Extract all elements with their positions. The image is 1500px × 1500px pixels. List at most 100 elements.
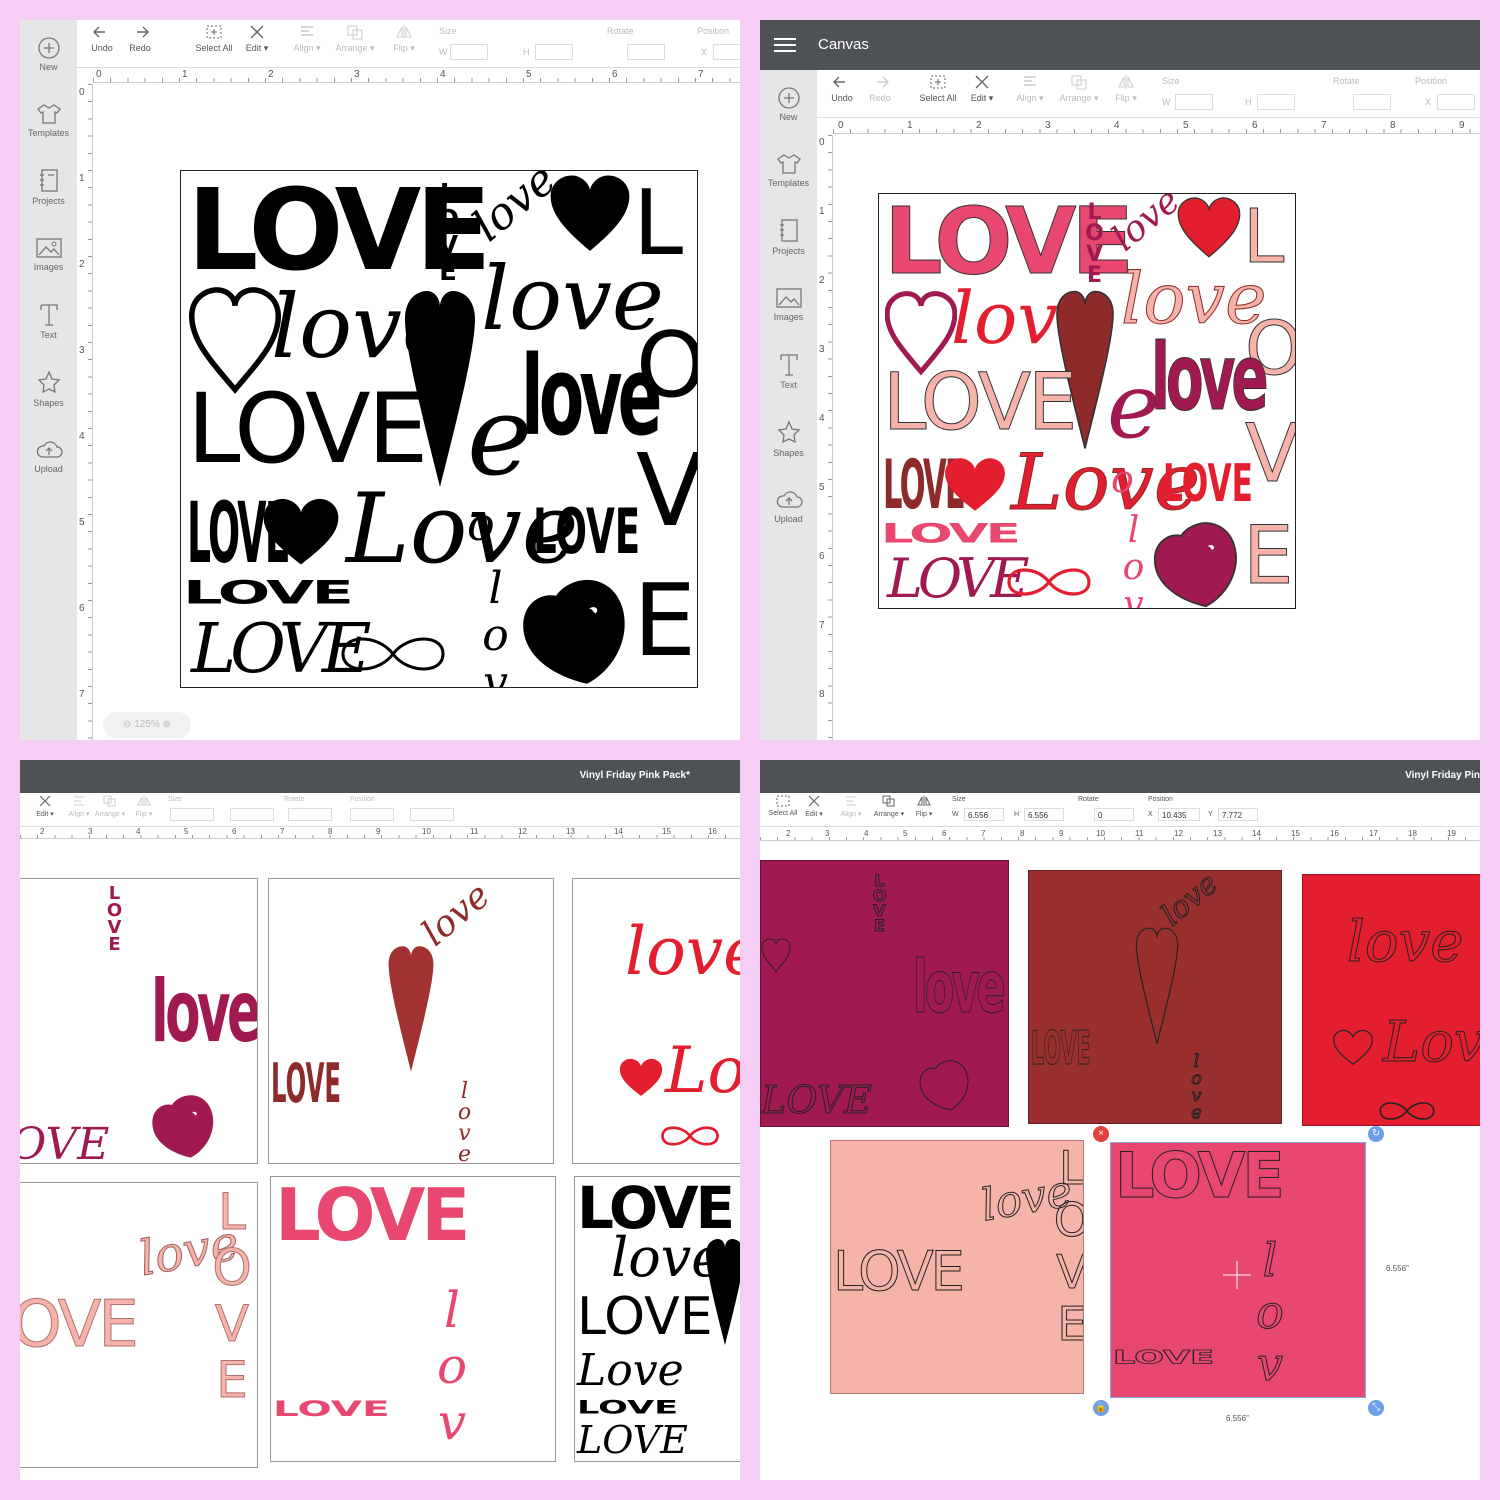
layer-peach[interactable]: love LOVE LOVE — [830, 1140, 1084, 1394]
word-love-thin: LOVE — [833, 1240, 966, 1303]
width-field[interactable]: 6.556 — [964, 808, 1004, 821]
sidebar-shapes[interactable]: Shapes — [760, 420, 817, 458]
arrange-button[interactable]: Arrange ▾ — [1057, 74, 1101, 104]
layer-wine[interactable]: LOVE love LOVE — [760, 860, 1009, 1127]
flip-icon — [1118, 75, 1134, 89]
word-love-compact: LOVE — [1163, 454, 1253, 514]
flip-button[interactable]: Flip ▾ — [912, 795, 936, 818]
ruler-h-18: 18 — [1408, 829, 1417, 838]
x-field[interactable] — [713, 44, 740, 60]
sidebar-shapes[interactable]: Shapes — [20, 370, 77, 408]
width-field[interactable] — [1175, 94, 1213, 110]
edit-button[interactable]: Edit ▾ — [240, 24, 274, 54]
rotate-field[interactable] — [1353, 94, 1391, 110]
undo-button[interactable]: Undo — [87, 24, 117, 53]
undo-button[interactable]: Undo — [827, 74, 857, 103]
edit-button[interactable]: Edit ▾ — [30, 795, 60, 818]
rotate-field[interactable]: 0 — [1094, 808, 1134, 821]
heart-medium-icon — [945, 458, 1005, 511]
redo-button[interactable]: Redo — [125, 24, 155, 53]
word-love-wide: LOVE — [577, 1397, 679, 1419]
edit-button[interactable]: Edit ▾ — [965, 74, 999, 104]
ruler-h-4: 4 — [136, 827, 141, 836]
width-field[interactable] — [170, 808, 214, 821]
word-love-thin: LOVE — [20, 1288, 139, 1362]
height-field[interactable] — [1257, 94, 1295, 110]
ruler-v-5: 5 — [79, 517, 85, 528]
align-button[interactable]: Align ▾ — [838, 795, 864, 818]
layer-mat-wine[interactable]: LOVE love LOVE — [20, 878, 258, 1164]
x-field[interactable]: 10.435 — [1158, 808, 1200, 821]
x-field[interactable] — [1437, 94, 1475, 110]
rotate-handle[interactable]: ↻ — [1368, 1126, 1384, 1142]
arrange-button[interactable]: Arrange ▾ — [333, 24, 377, 54]
select-all-button[interactable]: Select All — [766, 795, 800, 817]
flip-button[interactable]: Flip ▾ — [1109, 74, 1143, 104]
resize-handle[interactable]: ⤡ — [1368, 1400, 1384, 1416]
layer-mat-peach[interactable]: love LOVE LOVE — [20, 1182, 258, 1468]
ruler-h-2: 2 — [976, 120, 982, 131]
sidebar-upload[interactable]: Upload — [760, 488, 817, 524]
y-field[interactable]: 7.772 — [1218, 808, 1258, 821]
ruler-h-5: 5 — [1183, 120, 1189, 131]
undo-icon — [93, 26, 105, 38]
size-label: Size — [168, 796, 182, 803]
select-all-button[interactable]: Select All — [189, 24, 239, 53]
sidebar-text-label: Text — [40, 330, 57, 340]
align-button[interactable]: Align ▾ — [1012, 74, 1048, 104]
sidebar-images[interactable]: Images — [760, 286, 817, 322]
rotate-icon: ↻ — [1371, 1128, 1381, 1139]
love-design-black[interactable]: LOVE LOVE love L love love O LOVE e love… — [180, 170, 698, 688]
layer-mat-red[interactable]: love Love — [572, 878, 740, 1164]
edit-button[interactable]: Edit ▾ — [802, 795, 826, 818]
vertical-ruler: 0 1 2 3 4 5 6 7 — [77, 84, 93, 740]
ruler-h-8: 8 — [1020, 829, 1025, 838]
ruler-v-3: 3 — [79, 345, 85, 356]
sidebar-images[interactable]: Images — [20, 236, 77, 272]
sidebar-upload[interactable]: Upload — [20, 438, 77, 474]
sidebar-new[interactable]: New — [760, 86, 817, 122]
sidebar-projects[interactable]: Projects — [760, 218, 817, 256]
infinity-icon — [1379, 1102, 1435, 1120]
layer-red[interactable]: love Love — [1302, 874, 1480, 1126]
sidebar-templates[interactable]: Templates — [20, 102, 77, 138]
hamburger-menu-icon[interactable] — [774, 37, 796, 53]
layer-maroon[interactable]: love LOVE love — [1028, 870, 1282, 1124]
layer-mat-black[interactable]: LOVE love LOVE Love LOVE LOVE — [574, 1176, 740, 1462]
height-field[interactable] — [230, 808, 274, 821]
flip-button[interactable]: Flip ▾ — [132, 795, 156, 818]
sidebar-text[interactable]: Text — [20, 302, 77, 340]
height-field[interactable] — [535, 44, 573, 60]
layer-pink-selected[interactable]: LOVE love LOVE — [1110, 1142, 1366, 1398]
arrange-icon — [103, 795, 116, 807]
ruler-h-3: 3 — [354, 69, 360, 80]
love-design-color[interactable]: LOVE LOVE love L love love O LOVE e love… — [878, 193, 1296, 609]
width-field[interactable] — [450, 44, 488, 60]
arrange-button[interactable]: Arrange ▾ — [870, 795, 908, 818]
flip-button[interactable]: Flip ▾ — [387, 24, 421, 54]
x-label: X — [1148, 811, 1153, 818]
sidebar-text[interactable]: Text — [760, 352, 817, 390]
delete-handle[interactable]: × — [1093, 1126, 1109, 1142]
layer-mat-maroon[interactable]: love LOVE love — [268, 878, 554, 1164]
align-button[interactable]: Align ▾ — [289, 24, 325, 54]
sidebar-projects[interactable]: Projects — [20, 168, 77, 206]
height-field[interactable]: 6.556 — [1024, 808, 1064, 821]
flip-icon — [917, 796, 931, 806]
rotate-field[interactable] — [627, 44, 665, 60]
lock-handle[interactable]: 🔒 — [1093, 1400, 1109, 1416]
redo-button[interactable]: Redo — [865, 74, 895, 103]
word-love-vertical: LOVE — [104, 883, 125, 951]
layer-mat-pink[interactable]: LOVE love LOVE — [270, 1176, 556, 1462]
y-field[interactable] — [410, 808, 454, 821]
rotate-field[interactable] — [288, 808, 332, 821]
select-all-button[interactable]: Select All — [913, 74, 963, 103]
heart-tall-icon — [388, 946, 434, 1072]
x-field[interactable] — [350, 808, 394, 821]
zoom-control[interactable]: ⊖ 125% ⊕ — [103, 712, 191, 738]
sidebar-new[interactable]: New — [20, 36, 77, 72]
align-button[interactable]: Align ▾ — [64, 795, 94, 818]
arrange-button[interactable]: Arrange ▾ — [92, 795, 128, 818]
h-label: H — [1245, 97, 1252, 107]
sidebar-templates[interactable]: Templates — [760, 152, 817, 188]
